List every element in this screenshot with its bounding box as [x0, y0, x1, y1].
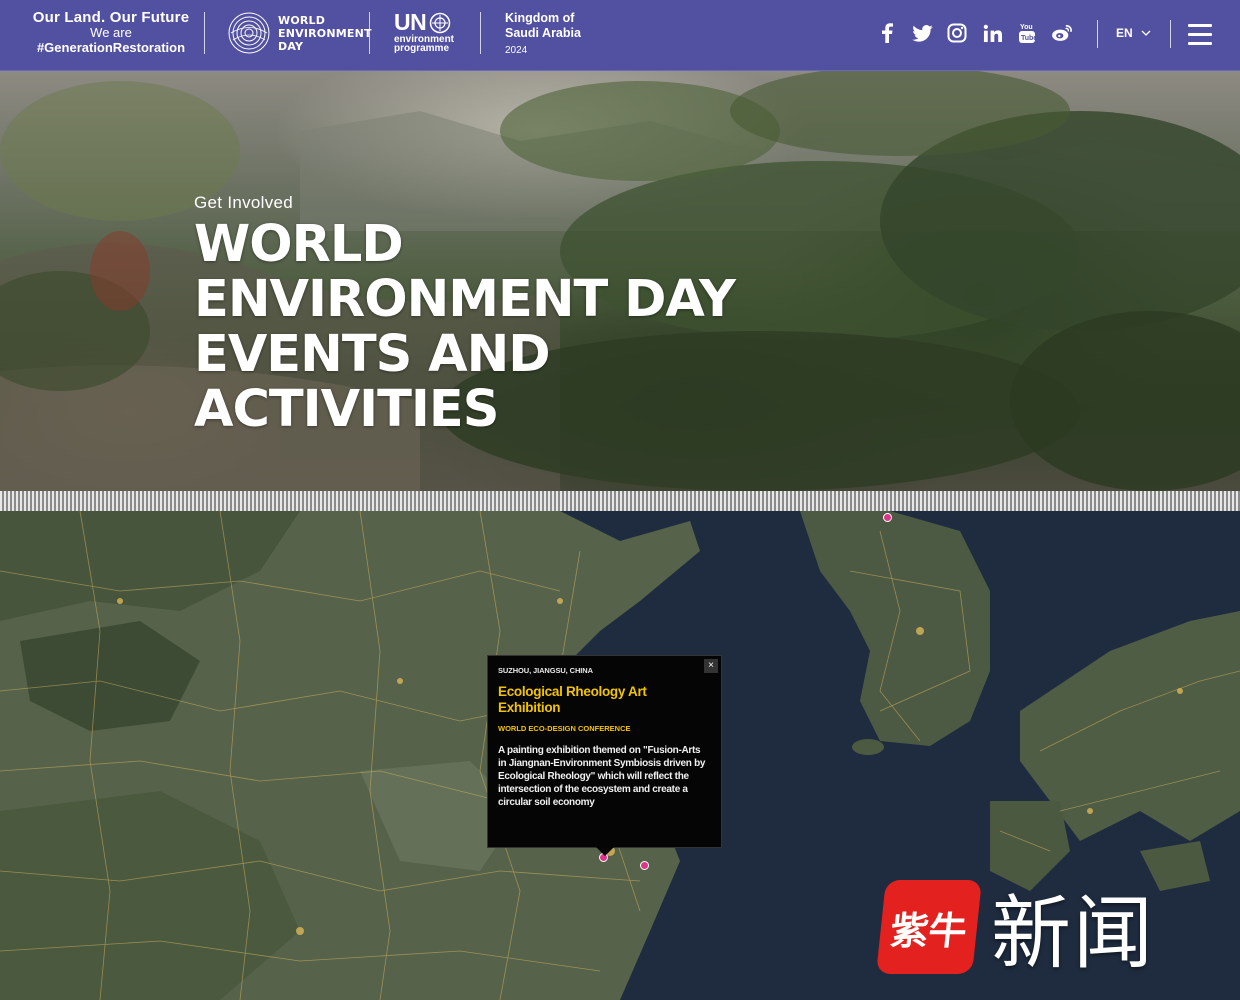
- event-description: A painting exhibition themed on "Fusion-…: [498, 745, 706, 808]
- linkedin-icon[interactable]: [981, 22, 1003, 44]
- youtube-icon[interactable]: You Tube: [1016, 22, 1038, 44]
- unep-logo-mark: UN: [394, 9, 454, 36]
- event-organizer: WORLD ECO-DESIGN CONFERENCE: [498, 724, 631, 733]
- facebook-icon[interactable]: [876, 22, 898, 44]
- campaign-slogan[interactable]: Our Land. Our Future We are #GenerationR…: [20, 10, 202, 55]
- host-year: 2024: [505, 45, 528, 56]
- un-emblem-icon: [429, 12, 451, 33]
- wed-logo-line: ENVIRONMENT: [278, 26, 372, 40]
- header-divider: [204, 12, 205, 54]
- social-links: You Tube: [876, 22, 1073, 44]
- host-country-line-2: Saudi Arabia: [505, 26, 581, 40]
- hero-heading-block: Get Involved WORLD ENVIRONMENT DAY EVENT…: [194, 193, 794, 437]
- unep-logo[interactable]: UN environment programme: [394, 9, 454, 54]
- slogan-line-1: Our Land. Our Future: [32, 9, 190, 26]
- header-divider: [1170, 20, 1171, 48]
- close-icon[interactable]: ×: [704, 659, 718, 673]
- header-divider: [480, 12, 481, 54]
- weibo-icon[interactable]: [1051, 22, 1073, 44]
- svg-text:Tube: Tube: [1021, 35, 1036, 42]
- news-watermark: 紫牛 新闻: [876, 869, 1155, 985]
- event-location: SUZHOU, JIANGSU, CHINA: [498, 666, 593, 675]
- top-header: Our Land. Our Future We are #GenerationR…: [0, 0, 1240, 71]
- hamburger-menu-icon[interactable]: [1188, 24, 1212, 46]
- hero-banner: Get Involved WORLD ENVIRONMENT DAY EVENT…: [0, 71, 1240, 491]
- page-title: WORLD ENVIRONMENT DAY EVENTS AND ACTIVIT…: [194, 215, 736, 439]
- slogan-line-2: We are: [90, 25, 132, 40]
- svg-text:You: You: [1020, 24, 1033, 31]
- unep-logo-un: UN: [394, 9, 427, 35]
- unep-logo-line: programme: [394, 43, 450, 54]
- watermark-text: 新闻: [991, 887, 1155, 980]
- chevron-down-icon: [1141, 30, 1151, 36]
- event-marker[interactable]: [640, 861, 649, 870]
- event-popup: × SUZHOU, JIANGSU, CHINA Ecological Rheo…: [487, 655, 722, 856]
- header-divider: [369, 12, 370, 54]
- host-country[interactable]: Kingdom of Saudi Arabia 2024: [505, 11, 581, 58]
- event-marker[interactable]: [883, 513, 892, 522]
- wed-logo-line: WORLD: [278, 13, 326, 27]
- wed-logo-line: DAY: [278, 39, 304, 53]
- twitter-icon[interactable]: [911, 22, 933, 44]
- slogan-hashtag: #GenerationRestoration: [36, 40, 186, 55]
- host-country-line-1: Kingdom of: [505, 11, 575, 25]
- instagram-icon[interactable]: [946, 22, 968, 44]
- section-divider-strip: [0, 491, 1240, 511]
- watermark-badge: 紫牛: [876, 880, 982, 974]
- hero-eyebrow[interactable]: Get Involved: [194, 193, 794, 213]
- language-label: EN: [1116, 26, 1133, 40]
- header-divider: [1097, 20, 1098, 48]
- event-title[interactable]: Ecological Rheology Art Exhibition: [498, 684, 711, 716]
- wed-logo[interactable]: WORLD ENVIRONMENT DAY: [228, 12, 372, 54]
- fingerprint-globe-icon: [228, 12, 270, 54]
- language-selector[interactable]: EN: [1116, 26, 1151, 40]
- wed-logo-text: WORLD ENVIRONMENT DAY: [278, 14, 372, 53]
